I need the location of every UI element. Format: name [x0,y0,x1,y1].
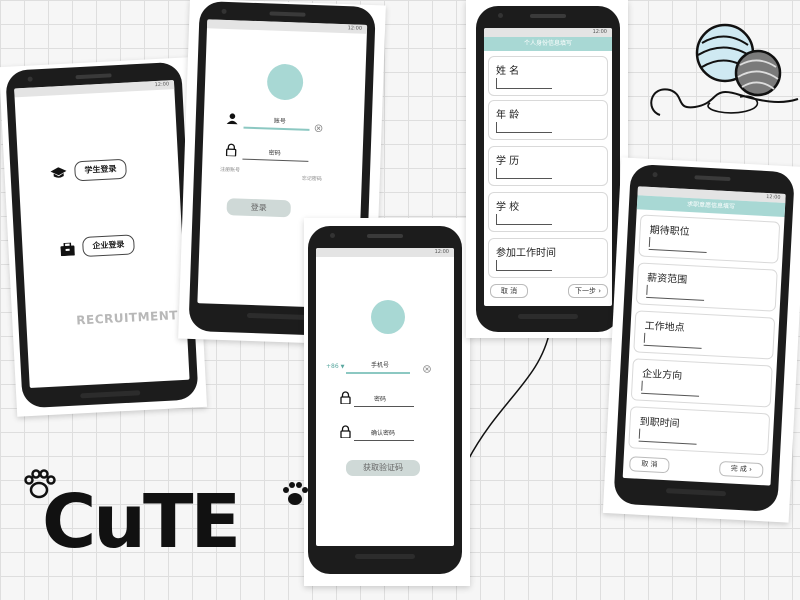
clear-icon[interactable] [422,364,431,373]
student-login-button[interactable]: 学生登录 [74,158,127,182]
phone-card-3: 12:00 +86 ▼ 手机号 密码 确认密码 获取验证码 [304,218,470,586]
confirm-password-input[interactable] [354,440,414,441]
camera [27,76,33,82]
cancel-button[interactable]: 取 消 [629,456,670,474]
phone-card-1: 12:00 学生登录 企业登录 RECRUITMENT [0,57,208,417]
lock-icon [225,142,237,156]
home-indicator [665,488,727,497]
phone-card-5: 12:00 求职意愿信息填写 期待职位 薪资范围 工作地点 企业方向 到职时间 … [602,157,800,523]
camera [330,233,335,238]
connector-line [467,329,551,461]
screen-personal-info: 12:00 个人身份信息填写 姓 名 年 龄 学 历 学 校 参加工作时间 取 … [484,28,612,306]
page-title: 个人身份信息填写 [484,37,612,51]
lock-icon [340,424,351,438]
home-indicator [355,554,415,559]
finish-label: 完 成 [730,464,748,474]
phone-label: 手机号 [371,362,390,369]
cancel-button[interactable]: 取 消 [490,284,528,298]
text-cursor [496,122,497,132]
screen-login-select: 12:00 学生登录 企业登录 RECRUITMENT [14,80,190,389]
field-salary-label: 薪资范围 [646,272,688,286]
avatar [371,300,405,334]
avatar [266,63,304,101]
account-input[interactable] [243,126,310,131]
home-indicator [246,312,308,320]
camera [652,172,658,178]
login-button[interactable]: 登录 [226,198,292,218]
speaker [367,234,403,238]
field-age-label: 年 龄 [496,110,520,121]
finish-button[interactable]: 完 成 › [718,460,764,479]
screen-register: 12:00 +86 ▼ 手机号 密码 确认密码 获取验证码 [316,248,454,546]
password-input[interactable] [354,406,414,407]
field-start-date-label: 到职时间 [639,416,680,430]
camera [221,8,227,14]
speaker [694,175,731,182]
confirm-password-label: 确认密码 [371,430,396,437]
text-cursor [496,78,497,88]
paw-icon [283,482,308,505]
field-work-start-label: 参加工作时间 [496,248,556,259]
company-login-button[interactable]: 企业登录 [81,234,135,258]
graduation-cap-icon [50,166,67,181]
password-input[interactable] [242,158,309,162]
register-link[interactable]: 注册账号 [220,166,240,174]
account-label: 账号 [273,117,286,126]
country-code: +86 [326,363,339,370]
phone-input[interactable] [346,372,410,374]
home-indicator [80,390,141,399]
password-label: 密码 [374,396,387,403]
phone-frame-3: 12:00 +86 ▼ 手机号 密码 确认密码 获取验证码 [308,226,462,574]
field-age-input[interactable] [496,132,552,133]
field-name-label: 姓 名 [496,66,520,77]
field-school-label: 学 校 [496,202,520,213]
phone-card-4: 12:00 个人身份信息填写 姓 名 年 龄 学 历 学 校 参加工作时间 取 … [466,0,628,338]
status-bar: 12:00 [484,28,612,37]
field-work-start-input[interactable] [496,270,552,271]
next-button[interactable]: 下一步 › [568,284,608,298]
briefcase-icon [60,242,75,257]
status-bar: 12:00 [206,19,368,34]
status-bar: 12:00 [14,80,175,98]
speaker [75,73,112,80]
forgot-password-link[interactable]: 忘记密码 [302,175,322,183]
yarn-ball-icon [650,23,799,116]
phone-frame-1: 12:00 学生登录 企业登录 RECRUITMENT [5,61,199,409]
chevron-right-icon: › [748,465,753,474]
field-education-input[interactable] [496,178,552,179]
speaker [530,14,566,18]
clear-icon[interactable] [313,123,322,132]
camera [498,13,503,18]
status-bar: 12:00 [316,248,454,257]
chevron-right-icon: › [598,287,602,295]
user-icon [226,112,238,124]
lock-icon [340,390,351,404]
field-education-label: 学 历 [496,156,520,167]
country-code-select[interactable]: +86 ▼ [326,363,344,370]
cute-decoration-text: CuTE [42,479,241,565]
field-position-label: 期待职位 [649,224,690,239]
next-label: 下一步 [574,287,596,295]
text-cursor [496,168,497,178]
field-name-input[interactable] [496,88,552,89]
text-cursor [496,260,497,270]
dropdown-arrow-icon: ▼ [340,364,345,370]
field-industry-label: 企业方向 [641,368,683,382]
get-code-button[interactable]: 获取验证码 [346,460,420,476]
home-indicator [518,314,578,319]
password-label: 密码 [268,149,281,157]
field-location-label: 工作地点 [644,320,685,334]
phone-frame-5: 12:00 求职意愿信息填写 期待职位 薪资范围 工作地点 企业方向 到职时间 … [613,163,795,513]
field-school-input[interactable] [496,224,552,225]
text-cursor [496,214,497,224]
speaker [269,11,306,17]
recruitment-watermark: RECRUITMENT [75,308,179,328]
phone-frame-4: 12:00 个人身份信息填写 姓 名 年 龄 学 历 学 校 参加工作时间 取 … [476,6,620,332]
screen-job-intention: 12:00 求职意愿信息填写 期待职位 薪资范围 工作地点 企业方向 到职时间 … [622,186,786,486]
